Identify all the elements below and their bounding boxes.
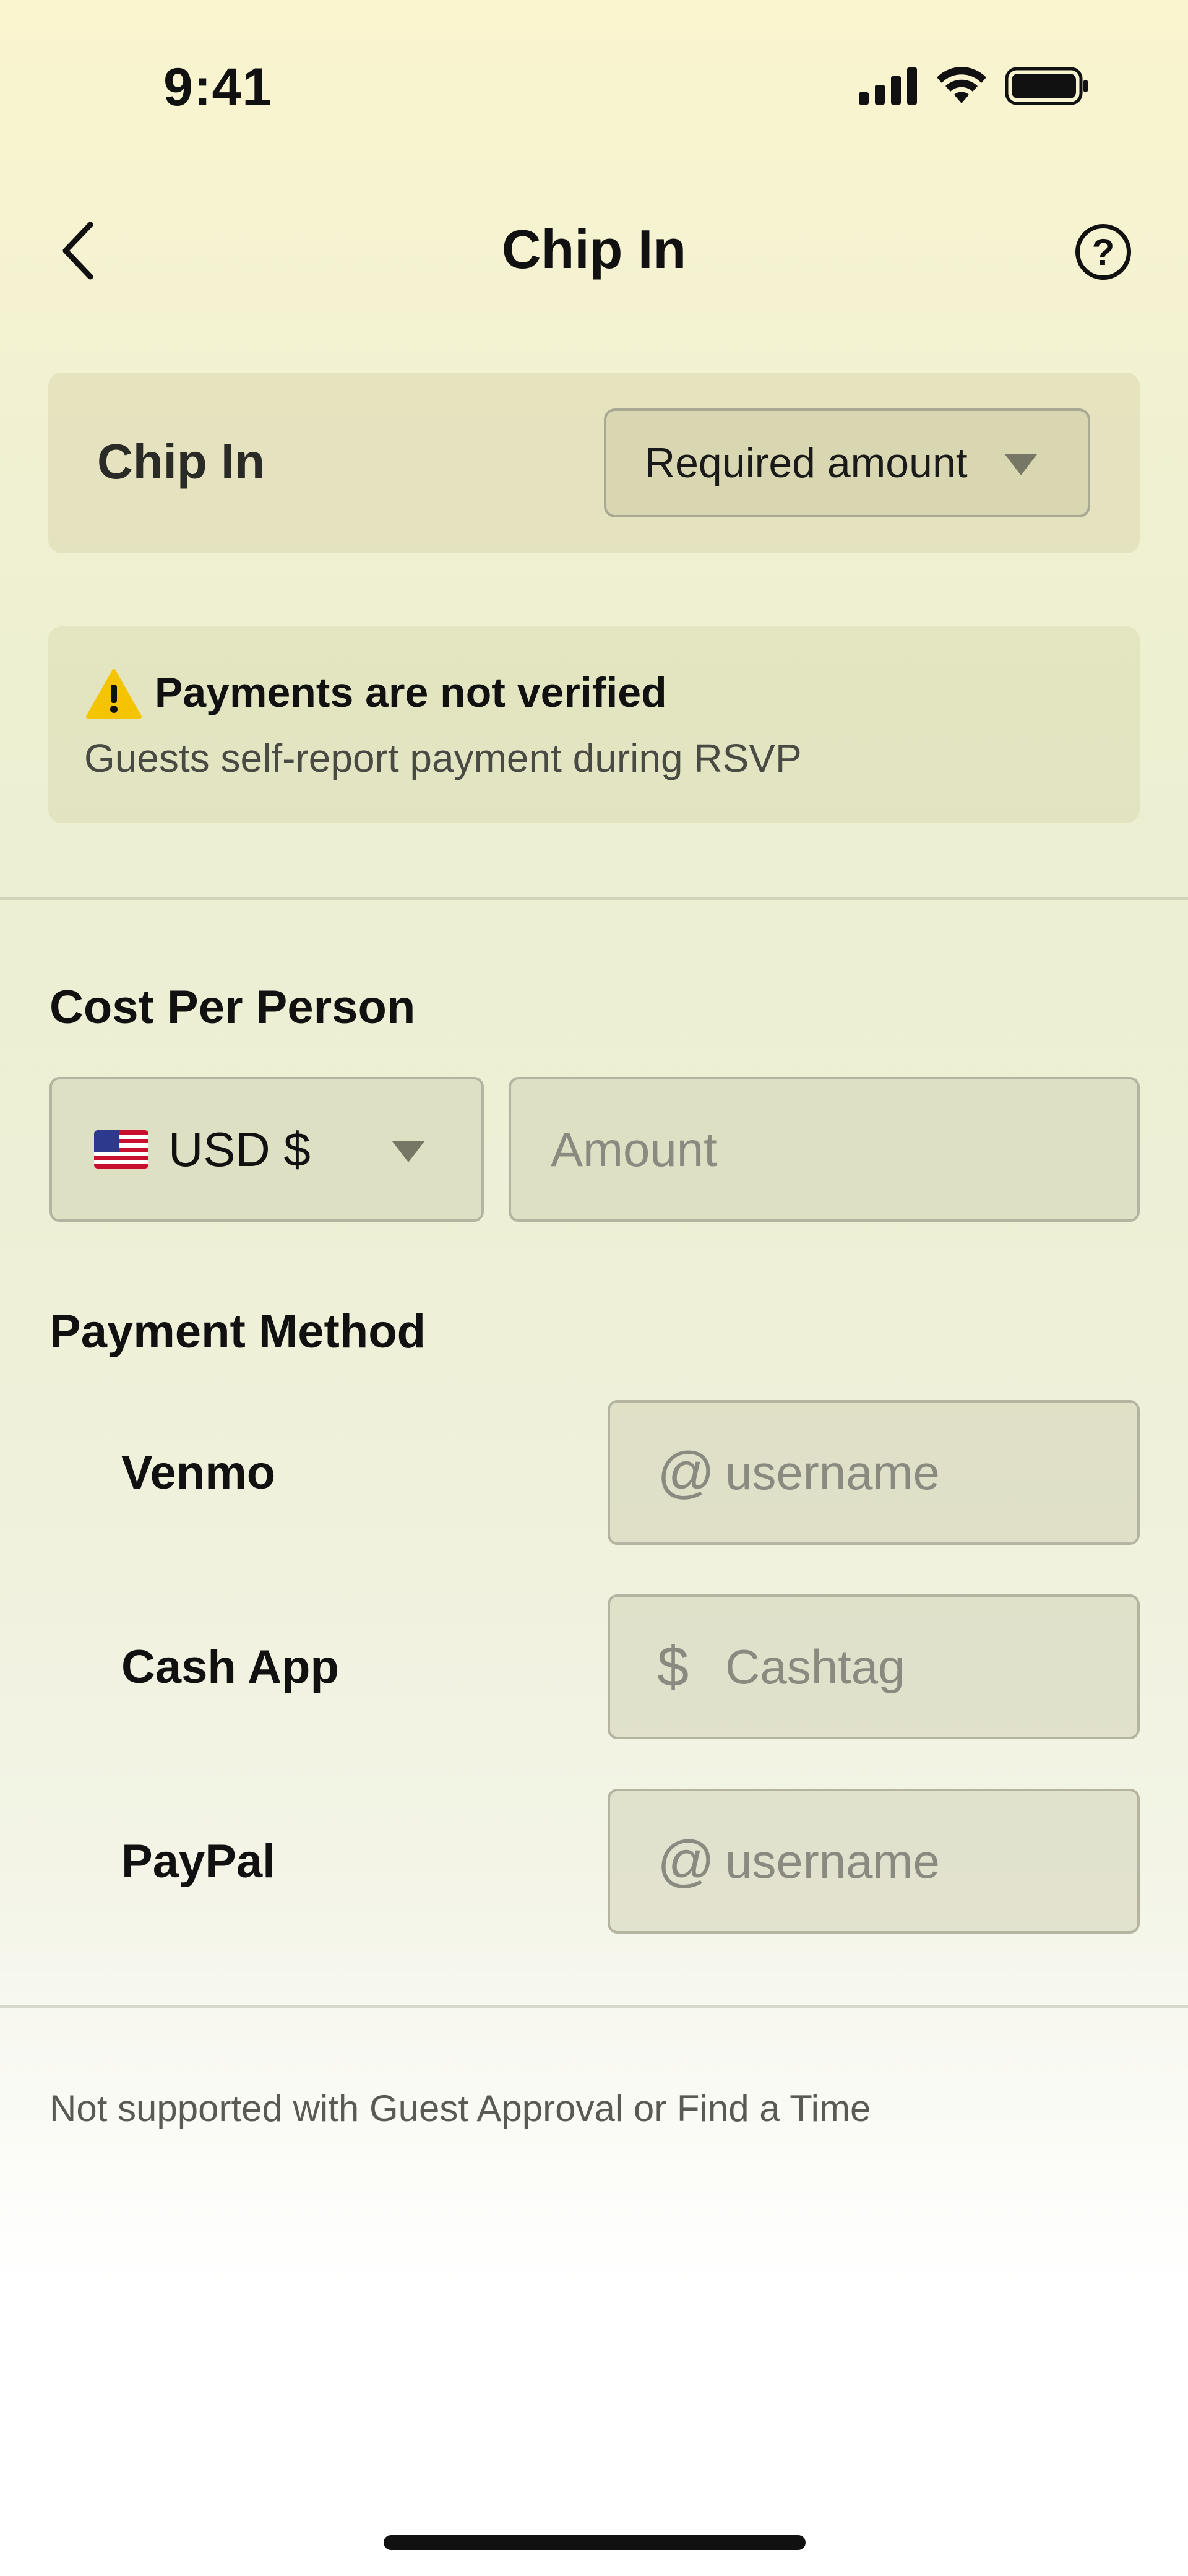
section-divider xyxy=(0,897,1188,900)
cashtag-placeholder: Cashtag xyxy=(725,1639,905,1694)
paypal-label: PayPal xyxy=(121,1835,276,1888)
dropdown-caret-icon xyxy=(392,1141,424,1162)
paypal-username-input[interactable]: @ username xyxy=(608,1789,1140,1934)
cash-app-label: Cash App xyxy=(121,1641,339,1693)
us-flag-icon xyxy=(94,1130,148,1169)
at-sign-icon: @ xyxy=(657,1440,715,1504)
venmo-placeholder: username xyxy=(725,1445,940,1500)
warning-subtitle: Guests self-report payment during RSVP xyxy=(84,736,802,780)
amount-input[interactable]: Amount xyxy=(509,1077,1140,1222)
status-icons xyxy=(859,67,1089,105)
currency-value: USD $ xyxy=(168,1122,311,1177)
section-divider xyxy=(0,2005,1188,2008)
question-circle-icon: ? xyxy=(1091,231,1115,273)
page-title: Chip In xyxy=(501,218,687,280)
venmo-label: Venmo xyxy=(121,1446,276,1499)
warning-icon xyxy=(86,669,142,719)
venmo-username-input[interactable]: @ username xyxy=(608,1400,1140,1545)
at-sign-icon: @ xyxy=(657,1829,715,1893)
dollar-sign-icon: $ xyxy=(657,1635,689,1698)
wifi-icon xyxy=(937,67,986,103)
status-time: 9:41 xyxy=(163,58,273,117)
battery-icon xyxy=(1005,67,1088,105)
paypal-placeholder: username xyxy=(725,1833,940,1888)
home-indicator[interactable] xyxy=(384,2535,806,2550)
chip-in-label: Chip In xyxy=(97,434,265,489)
warning-card xyxy=(48,626,1140,823)
chip-in-type-dropdown[interactable]: Required amount xyxy=(604,408,1090,517)
cashtag-input[interactable]: $ Cashtag xyxy=(608,1594,1140,1739)
signal-icon xyxy=(859,67,917,105)
cost-per-person-heading: Cost Per Person xyxy=(50,981,416,1034)
chip-in-type-value: Required amount xyxy=(645,439,968,486)
payment-method-heading: Payment Method xyxy=(50,1305,426,1358)
footnote: Not supported with Guest Approval or Fin… xyxy=(50,2088,871,2129)
currency-dropdown[interactable]: USD $ xyxy=(50,1077,484,1222)
help-button[interactable]: ? xyxy=(1075,224,1131,280)
dropdown-caret-icon xyxy=(1005,454,1037,475)
warning-title: Payments are not verified xyxy=(155,669,667,716)
amount-placeholder: Amount xyxy=(551,1122,717,1177)
